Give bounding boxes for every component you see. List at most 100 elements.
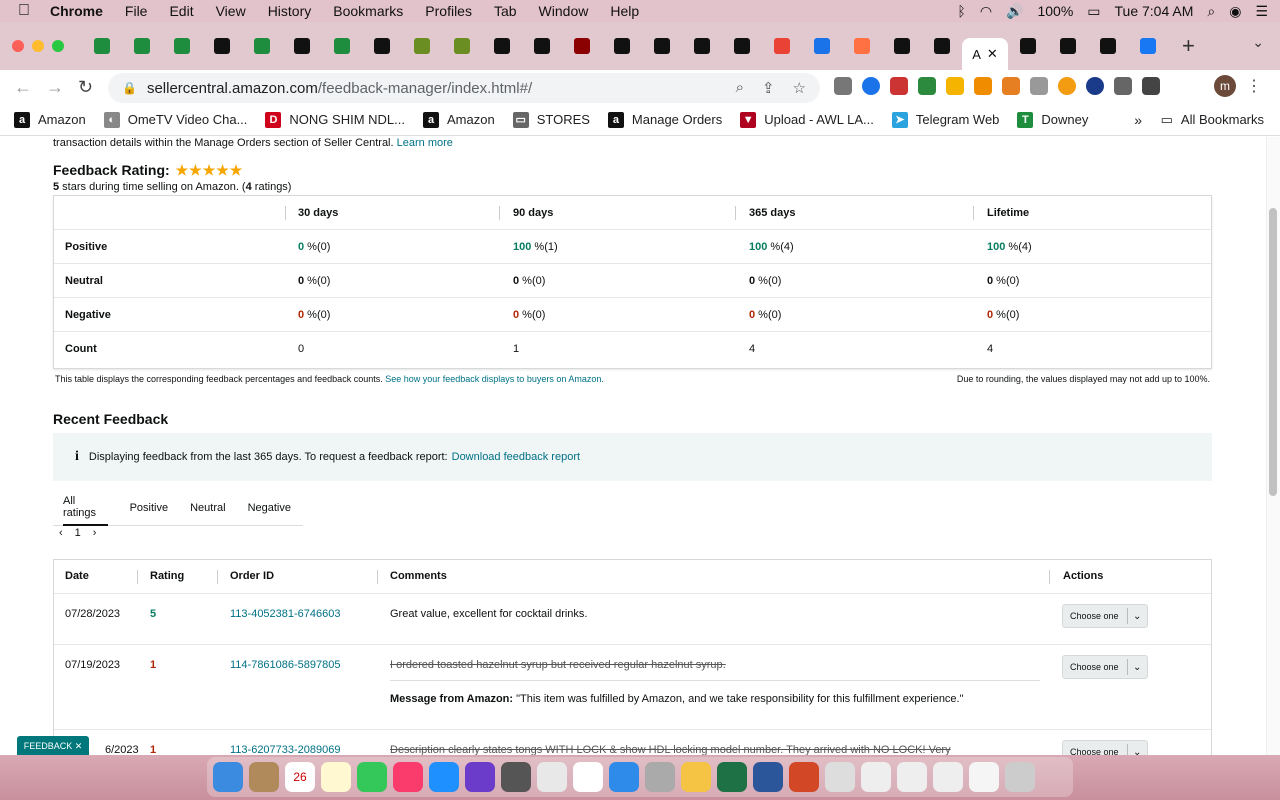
- battery-icon[interactable]: ▭: [1087, 3, 1100, 20]
- launchpad-icon[interactable]: [645, 762, 675, 792]
- browser-tab[interactable]: [82, 30, 122, 62]
- back-arrow-icon[interactable]: ←: [14, 77, 32, 98]
- extension-off2-icon[interactable]: [1002, 77, 1020, 95]
- next-page-icon[interactable]: ›: [93, 527, 97, 539]
- bookmark-item[interactable]: ➤ Telegram Web: [891, 111, 999, 128]
- menu-history[interactable]: History: [268, 3, 312, 19]
- extension-off-icon[interactable]: [834, 77, 852, 95]
- finder-icon[interactable]: [213, 762, 243, 792]
- menu-file[interactable]: File: [125, 3, 148, 19]
- siri-dock-icon[interactable]: [465, 762, 495, 792]
- browser-tab[interactable]: [482, 30, 522, 62]
- word-icon[interactable]: [753, 762, 783, 792]
- browser-tab[interactable]: [1048, 30, 1088, 62]
- tab-all-ratings[interactable]: All ratings: [63, 491, 108, 526]
- browser-tab[interactable]: [922, 30, 962, 62]
- menu-edit[interactable]: Edit: [169, 3, 193, 19]
- close-tab-icon[interactable]: ✕: [987, 46, 998, 62]
- learn-more-link[interactable]: Learn more: [397, 137, 453, 149]
- bookmark-item[interactable]: D NONG SHIM NDL...: [265, 111, 405, 128]
- screenshot2-icon[interactable]: [897, 762, 927, 792]
- spreadsheet-file-icon[interactable]: [969, 762, 999, 792]
- bookmark-item[interactable]: T Downey: [1017, 111, 1088, 128]
- current-page[interactable]: 1: [75, 527, 81, 539]
- menu-app-name[interactable]: Chrome: [50, 3, 103, 19]
- feedback-button[interactable]: FEEDBACK ✕: [17, 736, 89, 756]
- browser-tab[interactable]: [122, 30, 162, 62]
- screenshot-icon[interactable]: [861, 762, 891, 792]
- notes-icon[interactable]: [321, 762, 351, 792]
- action-select[interactable]: Choose one ⌄: [1062, 604, 1148, 628]
- system-preferences-icon[interactable]: [501, 762, 531, 792]
- bookmark-item[interactable]: ▼ Upload - AWL LA...: [740, 111, 874, 128]
- excel-icon[interactable]: [717, 762, 747, 792]
- tab-negative[interactable]: Negative: [248, 491, 291, 526]
- browser-tab[interactable]: [522, 30, 562, 62]
- siri-icon[interactable]: ◉: [1229, 3, 1241, 20]
- prev-page-icon[interactable]: ‹: [59, 527, 63, 539]
- screenshot3-icon[interactable]: [933, 762, 963, 792]
- new-tab-button[interactable]: +: [1182, 33, 1195, 59]
- extension-red-icon[interactable]: [890, 77, 908, 95]
- calendar-icon[interactable]: 26: [285, 762, 315, 792]
- all-bookmarks-button[interactable]: ▭ All Bookmarks: [1161, 112, 1264, 128]
- photos-icon[interactable]: [681, 762, 711, 792]
- browser-tab[interactable]: [362, 30, 402, 62]
- browser-tab[interactable]: [202, 30, 242, 62]
- more-bookmarks-chevron-icon[interactable]: »: [1134, 112, 1142, 128]
- side-panel-icon[interactable]: [1142, 77, 1160, 95]
- zoom-window-button[interactable]: [52, 40, 64, 52]
- browser-tab[interactable]: [802, 30, 842, 62]
- zoom-icon[interactable]: ⌕: [736, 79, 744, 97]
- menu-window[interactable]: Window: [539, 3, 589, 19]
- browser-tab[interactable]: [442, 30, 482, 62]
- row-order-link[interactable]: 114-7861086-5897805: [230, 659, 341, 671]
- feedback-display-link[interactable]: See how your feedback displays to buyers…: [385, 374, 604, 384]
- music-icon[interactable]: [393, 762, 423, 792]
- safari-icon[interactable]: [609, 762, 639, 792]
- app-store-icon[interactable]: [429, 762, 459, 792]
- wifi-icon[interactable]: ◠: [980, 3, 992, 20]
- extension-f-icon[interactable]: [1086, 77, 1104, 95]
- app-brown-icon[interactable]: [249, 762, 279, 792]
- scrollbar-thumb[interactable]: [1269, 208, 1277, 496]
- extension-blue-icon[interactable]: [862, 77, 880, 95]
- browser-tab[interactable]: [682, 30, 722, 62]
- chrome-menu-icon[interactable]: ⋮: [1246, 76, 1262, 96]
- download-report-link[interactable]: Download feedback report: [452, 451, 580, 463]
- forward-arrow-icon[interactable]: →: [46, 77, 64, 98]
- reload-icon[interactable]: ↻: [78, 77, 98, 98]
- apple-menu-icon[interactable]: : [18, 2, 36, 20]
- volume-icon[interactable]: 🔊: [1006, 3, 1023, 20]
- extensions-puzzle-icon[interactable]: [1114, 77, 1132, 95]
- profile-avatar[interactable]: m: [1214, 75, 1236, 97]
- browser-tab[interactable]: [842, 30, 882, 62]
- menu-profiles[interactable]: Profiles: [425, 3, 472, 19]
- bookmark-star-icon[interactable]: ☆: [793, 79, 806, 97]
- bookmark-item[interactable]: a Manage Orders: [607, 111, 722, 128]
- browser-tab[interactable]: [322, 30, 362, 62]
- action-select[interactable]: Choose one ⌄: [1062, 655, 1148, 679]
- bookmark-item[interactable]: a Amazon: [423, 111, 495, 128]
- bookmark-item[interactable]: a Amazon: [14, 111, 86, 128]
- row-order-link[interactable]: 113-6207733-2089069: [230, 744, 341, 755]
- browser-tab[interactable]: [242, 30, 282, 62]
- browser-tab[interactable]: [642, 30, 682, 62]
- row-order-link[interactable]: 113-4052381-6746603: [230, 608, 341, 620]
- action-select[interactable]: Choose one ⌄: [1062, 740, 1148, 755]
- browser-tab[interactable]: [402, 30, 442, 62]
- browser-tab[interactable]: [602, 30, 642, 62]
- document-icon[interactable]: [825, 762, 855, 792]
- extension-rs-icon[interactable]: [918, 77, 936, 95]
- browser-tab[interactable]: [562, 30, 602, 62]
- browser-tab[interactable]: [1008, 30, 1048, 62]
- menu-help[interactable]: Help: [610, 3, 639, 19]
- browser-tab[interactable]: [1128, 30, 1168, 62]
- menu-view[interactable]: View: [216, 3, 246, 19]
- reminders-icon[interactable]: [573, 762, 603, 792]
- bookmark-item[interactable]: ◐ OmeTV Video Cha...: [103, 111, 247, 128]
- chrome-icon[interactable]: [537, 762, 567, 792]
- extension-orange-icon[interactable]: [1058, 77, 1076, 95]
- minimize-window-button[interactable]: [32, 40, 44, 52]
- clock[interactable]: Tue 7:04 AM: [1115, 3, 1194, 19]
